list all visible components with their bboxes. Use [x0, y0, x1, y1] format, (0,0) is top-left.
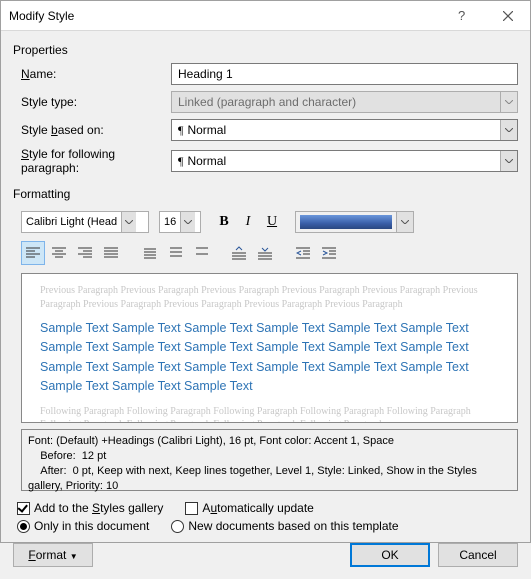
only-this-doc-label: Only in this document — [34, 519, 149, 533]
properties-heading: Properties — [13, 43, 518, 57]
only-this-doc-radio[interactable] — [17, 520, 30, 533]
modify-style-dialog: Modify Style ? Properties Name: Heading … — [0, 0, 531, 543]
spacing-single-button[interactable] — [137, 241, 161, 265]
decrease-indent-button[interactable] — [291, 241, 315, 265]
underline-button[interactable]: U — [261, 211, 283, 233]
align-center-button[interactable] — [47, 241, 71, 265]
following-label: Style for following paragraph: — [13, 147, 171, 175]
style-description: Font: (Default) +Headings (Calibri Light… — [21, 429, 518, 491]
chevron-down-icon[interactable] — [121, 212, 136, 232]
new-docs-template-radio[interactable] — [171, 520, 184, 533]
formatting-heading: Formatting — [13, 187, 518, 201]
chevron-down-icon[interactable] — [500, 120, 517, 140]
add-to-gallery-label: Add to the Styles gallery — [34, 501, 163, 515]
italic-button[interactable]: I — [237, 211, 259, 233]
help-button[interactable]: ? — [440, 1, 485, 31]
auto-update-checkbox[interactable] — [185, 502, 198, 515]
preview-pane: Previous Paragraph Previous Paragraph Pr… — [21, 273, 518, 423]
preview-sample: Sample Text Sample Text Sample Text Samp… — [40, 319, 499, 397]
increase-indent-button[interactable] — [317, 241, 341, 265]
bold-button[interactable]: B — [213, 211, 235, 233]
new-docs-template-label: New documents based on this template — [188, 519, 398, 533]
name-label: Name: — [13, 67, 171, 81]
font-size-combo[interactable]: 16 — [159, 211, 201, 233]
preview-following: Following Paragraph Following Paragraph … — [40, 405, 499, 424]
auto-update-label: Automatically update — [202, 501, 313, 515]
color-swatch — [300, 215, 392, 229]
based-on-label: Style based on: — [13, 123, 171, 137]
decrease-before-button[interactable] — [253, 241, 277, 265]
chevron-down-icon[interactable] — [500, 151, 517, 171]
spacing-onehalf-button[interactable] — [163, 241, 187, 265]
dialog-title: Modify Style — [1, 9, 440, 23]
chevron-down-icon[interactable] — [396, 212, 413, 232]
following-select[interactable]: ¶Normal — [171, 150, 518, 172]
style-type-select: Linked (paragraph and character) — [171, 91, 518, 113]
style-type-label: Style type: — [13, 95, 171, 109]
close-button[interactable] — [485, 1, 530, 31]
add-to-gallery-checkbox[interactable] — [17, 502, 30, 515]
titlebar: Modify Style ? — [1, 1, 530, 31]
format-button[interactable]: Format ▼ — [13, 543, 93, 567]
align-right-button[interactable] — [73, 241, 97, 265]
svg-text:?: ? — [458, 9, 465, 23]
font-family-combo[interactable]: Calibri Light (Head — [21, 211, 149, 233]
preview-previous: Previous Paragraph Previous Paragraph Pr… — [40, 284, 499, 311]
based-on-select[interactable]: ¶Normal — [171, 119, 518, 141]
align-left-button[interactable] — [21, 241, 45, 265]
increase-before-button[interactable] — [227, 241, 251, 265]
name-input[interactable]: Heading 1 — [171, 63, 518, 85]
font-color-button[interactable] — [295, 211, 414, 233]
chevron-down-icon — [500, 92, 517, 112]
cancel-button[interactable]: Cancel — [438, 543, 518, 567]
align-justify-button[interactable] — [99, 241, 123, 265]
spacing-double-button[interactable] — [189, 241, 213, 265]
chevron-down-icon[interactable] — [180, 212, 195, 232]
ok-button[interactable]: OK — [350, 543, 430, 567]
